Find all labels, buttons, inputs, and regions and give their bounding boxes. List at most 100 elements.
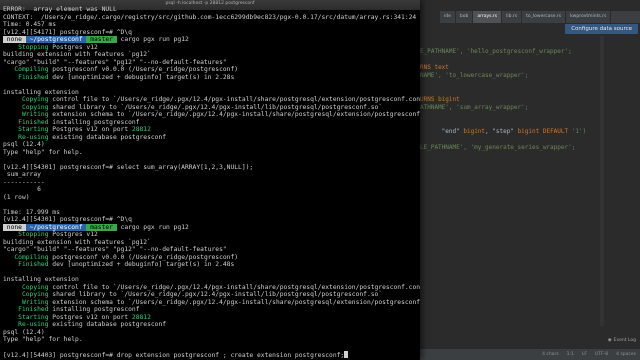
ide-tab[interactable]: arrays.rs [473, 11, 503, 23]
terminal-line: Starting Postgres v12 on port 28812 [3, 126, 151, 134]
ide-code-editor[interactable]: E_PATHNAME', 'hello_postgresconf_wrapper… [420, 36, 640, 326]
terminal-text: installing postgresconf [52, 306, 140, 313]
terminal-line: Copying control file to `/Users/e_ridge/… [3, 284, 420, 292]
terminal-cursor [344, 351, 349, 358]
terminal-line: building extension with features `pg12` [3, 239, 151, 247]
terminal-text: [v12.4][54301] postgresconf=# ^D\q [3, 216, 132, 223]
code-token: RNS [420, 64, 435, 71]
ide-tab[interactable]: lib.rs [502, 11, 523, 23]
terminal-text: master [86, 36, 117, 43]
terminal-text: "cargo" "build" "--features" "pg12" "--n… [3, 58, 227, 66]
terminal-line: [v12.4][54171] postgresconf=# ^D\q [3, 29, 132, 37]
status-item[interactable]: 1:1 [567, 352, 574, 357]
code-line: URNS bigint [420, 96, 460, 104]
terminal-text: installing extension [3, 88, 79, 96]
terminal-text: Re-using [3, 133, 53, 141]
code-line: E_PATHNAME', 'hello_postgresconf_wrapper… [420, 48, 572, 56]
terminal-line: Time: 0.457 ms [3, 21, 56, 29]
terminal-line: (1 row) [3, 194, 30, 202]
terminal-text: 28812 [131, 126, 151, 133]
terminal-text: Copying [3, 103, 53, 111]
code-token: ATHNAME', 'sum_array_wrapper'; [420, 104, 529, 111]
code-token: URNS [420, 96, 439, 103]
ide-tab[interactable]: kwprovtmints.rs [566, 11, 612, 23]
terminal-text: Starting [3, 126, 53, 133]
terminal-text: none [3, 36, 26, 43]
terminal-text: Writing [3, 298, 53, 306]
terminal-line: Writing extension schema to `/Users/e_ri… [3, 299, 420, 307]
terminal-text: Finished [3, 118, 53, 126]
terminal-line: Time: 17.999 ms [3, 209, 60, 217]
code-token: NAME', 'to_lowercase_wrapper'; [420, 72, 529, 79]
terminal-text: none [3, 223, 26, 231]
terminal-text: existing database postgresconf [52, 133, 167, 141]
terminal-text: Copying [3, 96, 53, 103]
terminal-text: Finished [3, 306, 53, 313]
terminal-text: ~/postgresconf [25, 36, 87, 43]
terminal-text: Compiling [3, 66, 53, 73]
terminal-line: installing extension [3, 89, 79, 97]
terminal-text: CONTEXT: /Users/e_ridge/.cargo/registry/… [3, 13, 417, 21]
terminal-line: Copying shared library to `/Users/e_ridg… [3, 291, 382, 299]
terminal-text: Type "help" for help. [3, 336, 83, 343]
ide-tab[interactable]: ide [440, 11, 456, 23]
terminal-line: building extension with features `pg12` [3, 51, 151, 59]
terminal-text: building extension with features `pg12` [3, 238, 151, 246]
ide-tab[interactable]: to_lowercase.rs [522, 11, 567, 23]
code-token: E_PATHNAME', 'hello_postgresconf_wrapper… [420, 48, 572, 55]
terminal-output[interactable]: ERROR: array element was NULL CONTEXT: /U… [3, 6, 420, 360]
event-log-button[interactable]: ◉ Event Log [608, 338, 636, 343]
terminal-text: Compiling [3, 253, 53, 261]
terminal-text: extension schema to `/Users/e_ridge/.pgx… [52, 298, 420, 306]
terminal-text: sum_array [3, 171, 41, 178]
terminal-text: Writing [3, 111, 53, 118]
terminal-line: Re-using existing database postgresconf [3, 134, 166, 142]
terminal-line: [v12.4][54403] postgresconf=# drop exten… [3, 351, 349, 360]
terminal-text: "cargo" "build" "--features" "pg12" "--n… [3, 246, 227, 253]
terminal-window[interactable]: psql -h localhost -p 28812 postgresconf … [0, 0, 420, 360]
terminal-text: Postgres v12 [52, 43, 98, 51]
terminal-line: "cargo" "build" "--features" "pg12" "--n… [3, 59, 227, 67]
code-token: text [434, 64, 449, 71]
terminal-line: Compiling postgresconf v0.0.0 (/Users/e_… [3, 254, 238, 262]
terminal-line: Stopping Postgres v12 [3, 231, 98, 239]
terminal-line: Finished installing postgresconf [3, 118, 140, 127]
status-item[interactable]: UTF-8 [595, 352, 608, 357]
terminal-text: building extension with features `pg12` [3, 51, 151, 58]
terminal-text: [v12.4][54301] postgresconf=# select sum… [3, 163, 254, 171]
terminal-text: ----------- [3, 178, 45, 186]
terminal-line: sum_array [3, 171, 41, 179]
terminal-text: Finished [3, 73, 53, 81]
code-line: RNS text [420, 64, 449, 72]
configure-data-source-button[interactable]: Configure data source [565, 24, 638, 34]
terminal-line: Starting Postgres v12 on port 28812 [3, 314, 151, 322]
terminal-text: (1 row) [3, 193, 30, 201]
terminal-line: none ~/postgresconf master cargo pgx run… [3, 36, 189, 44]
terminal-text: Stopping [3, 231, 53, 238]
terminal-text: installing postgresconf [52, 118, 140, 126]
terminal-text: Time: 17.999 ms [3, 208, 60, 216]
code-line: LE_PATHNAME', 'my_generate_series_wrappe… [420, 144, 575, 152]
terminal-text: Re-using [3, 321, 53, 328]
status-item[interactable]: 4 spaces [616, 352, 636, 357]
terminal-line: ERROR: array element was NULL [3, 6, 117, 14]
event-log-icon: ◉ [607, 338, 612, 343]
terminal-line: Copying control file to `/Users/e_ridge/… [3, 96, 420, 104]
terminal-text: dev [unoptimized + debuginfo] target(s) … [52, 73, 235, 81]
terminal-text: Stopping [3, 43, 53, 51]
status-item[interactable]: 4 chars [542, 352, 559, 357]
ide-tab[interactable]: bob [456, 11, 474, 23]
terminal-line: none ~/postgresconf master cargo pgx run… [3, 223, 189, 232]
terminal-line: Finished installing postgresconf [3, 306, 140, 314]
terminal-line: [v12.4][54301] postgresconf=# select sum… [3, 164, 253, 172]
terminal-text: psql (12.4) [3, 141, 45, 148]
ide-status-bar: 4 chars 1:1 LF UTF-8 4 spaces [420, 349, 640, 360]
terminal-text: cargo pgx run pg12 [116, 36, 189, 43]
terminal-text: [v12.4][54171] postgresconf=# ^D\q [3, 28, 132, 36]
terminal-text: shared library to `/Users/e_ridge/.pgx/1… [52, 103, 383, 111]
code-token: , "step" [485, 128, 518, 135]
code-token: bigint DEFAULT [517, 128, 569, 135]
status-item[interactable]: LF [582, 352, 587, 357]
terminal-line: psql (12.4) [3, 329, 45, 337]
terminal-line: "cargo" "build" "--features" "pg12" "--n… [3, 246, 227, 254]
